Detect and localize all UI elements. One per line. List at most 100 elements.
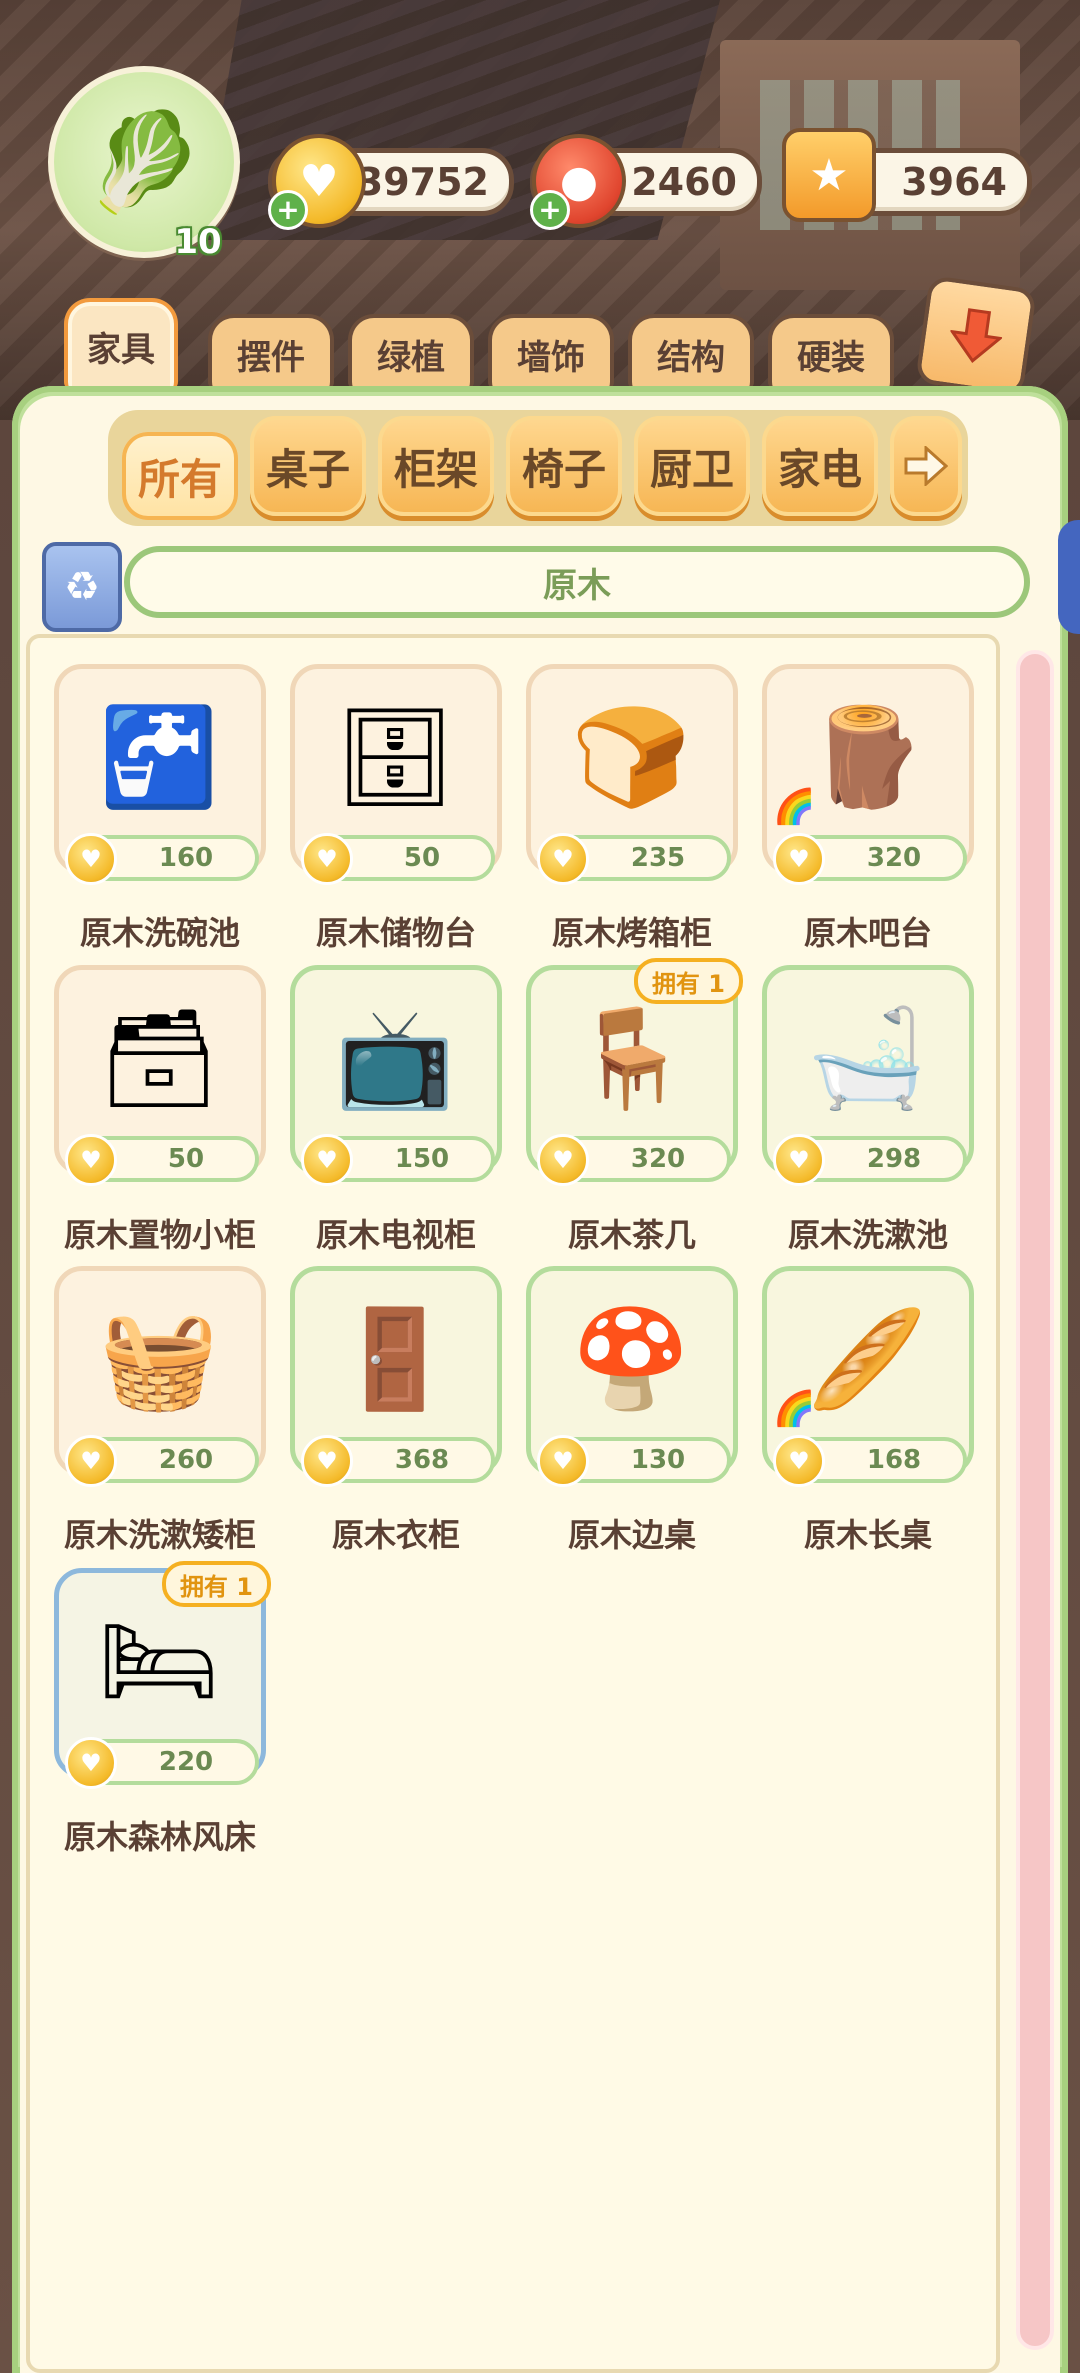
item-card[interactable]: 🪵 🌈 ♥ 320	[762, 664, 974, 885]
tab-plants[interactable]: 绿植	[348, 314, 474, 390]
bar-counter-icon: 🪵	[807, 700, 927, 813]
oven-cabinet-icon: 🍞	[571, 700, 691, 813]
heart-coin-icon: ♥	[301, 1435, 353, 1487]
item-name: 原木吧台	[803, 914, 932, 952]
item-card[interactable]: 🗄 ♥ 50	[290, 664, 502, 885]
item-price: 235	[630, 843, 686, 873]
price-tag: ♥ 150	[301, 1134, 495, 1186]
long-table-icon: 🥖	[807, 1302, 927, 1415]
item-card[interactable]: 拥有 1 🪑 ♥ 320	[526, 958, 743, 1186]
price-tag: ♥ 220	[65, 1737, 259, 1789]
heart-coin-icon: ♥	[65, 1737, 117, 1789]
item-name: 原木茶几	[567, 1216, 696, 1254]
item-name: 原木洗漱池	[787, 1216, 948, 1254]
side-drawer-tab[interactable]	[1058, 520, 1080, 634]
item-price: 50	[403, 843, 441, 873]
price-tag: ♥ 320	[537, 1134, 731, 1186]
tab-wall-decor[interactable]: 墙饰	[488, 314, 614, 390]
item-price: 160	[158, 843, 214, 873]
price-tag: ♥ 168	[773, 1435, 967, 1487]
price-tag: ♥ 298	[773, 1134, 967, 1186]
item-price: 50	[167, 1144, 205, 1174]
subtab-shelves[interactable]: 柜架	[378, 416, 494, 516]
item-price: 368	[394, 1445, 450, 1475]
heart-coin-icon: ♥	[537, 1134, 589, 1186]
wash-basin-icon: 🛁	[807, 1001, 927, 1114]
material-filter-field[interactable]: 原木	[124, 546, 1030, 618]
heart-coin-icon: ♥	[65, 1134, 117, 1186]
item-card[interactable]: 🗃 ♥ 50	[54, 965, 266, 1186]
coffee-table-icon: 🪑	[571, 1001, 691, 1114]
tab-furniture[interactable]: 家具	[64, 298, 178, 390]
tab-structure[interactable]: 结构	[628, 314, 754, 390]
side-table-icon: 🍄	[571, 1302, 691, 1415]
subtab-next-button[interactable]	[890, 416, 962, 516]
subtab-kitchen-bath[interactable]: 厨卫	[634, 416, 750, 516]
rainbow-icon: 🌈	[773, 1389, 816, 1429]
item-name: 原木边桌	[567, 1516, 696, 1554]
heart-coin-icon: ♥	[65, 1435, 117, 1487]
badge-token-icon: ★	[782, 128, 876, 222]
recycle-bin-button[interactable]: ♻	[42, 542, 122, 632]
token-value: 3964	[901, 160, 1007, 204]
price-tag: ♥ 235	[537, 833, 731, 885]
item-price: 130	[630, 1445, 686, 1475]
item-price: 320	[866, 843, 922, 873]
storage-counter-icon: 🗄	[334, 700, 456, 813]
item-card[interactable]: 🚰 ♥ 160	[54, 664, 266, 885]
item-price: 150	[394, 1144, 450, 1174]
subtab-chairs[interactable]: 椅子	[506, 416, 622, 516]
coin-value: 39752	[356, 160, 489, 204]
heart-coin-icon: ♥	[65, 833, 117, 885]
item-card[interactable]: 🍄 ♥ 130	[526, 1266, 738, 1487]
item-price: 220	[158, 1747, 214, 1777]
item-card[interactable]: 🚪 ♥ 368	[290, 1266, 502, 1487]
item-name: 原木洗碗池	[79, 914, 240, 952]
item-price: 320	[630, 1144, 686, 1174]
down-arrow-icon	[949, 308, 1004, 363]
tab-hardware[interactable]: 硬装	[768, 314, 894, 390]
item-name: 原木储物台	[315, 914, 476, 952]
heart-coin-icon: ♥	[537, 1435, 589, 1487]
price-tag: ♥ 368	[301, 1435, 495, 1487]
right-arrow-icon	[904, 446, 948, 486]
price-tag: ♥ 130	[537, 1435, 731, 1487]
price-tag: ♥ 50	[65, 1134, 259, 1186]
item-grid-scrollbar[interactable]	[1016, 650, 1054, 2350]
item-name: 原木森林风床	[63, 1818, 256, 1856]
subtab-all[interactable]: 所有	[122, 432, 238, 520]
tv-stand-icon: 📺	[335, 1001, 455, 1114]
item-card[interactable]: 🥖 🌈 ♥ 168	[762, 1266, 974, 1487]
item-name: 原木电视柜	[315, 1216, 476, 1254]
item-card[interactable]: 拥有 1 🛏 ♥ 220	[54, 1561, 271, 1789]
heart-coin-icon: ♥	[301, 833, 353, 885]
forest-bed-icon: 🛏	[98, 1604, 220, 1717]
recycle-icon: ♻	[64, 564, 100, 610]
small-cabinet-icon: 🗃	[98, 1001, 220, 1114]
item-name: 原木长桌	[803, 1516, 932, 1554]
price-tag: ♥ 160	[65, 833, 259, 885]
tab-ornaments[interactable]: 摆件	[208, 314, 334, 390]
heart-coin-icon: ♥	[537, 833, 589, 885]
item-card[interactable]: 🧺 ♥ 260	[54, 1266, 266, 1487]
subtab-appliances[interactable]: 家电	[762, 416, 878, 516]
item-price: 260	[158, 1445, 214, 1475]
price-tag: ♥ 260	[65, 1435, 259, 1487]
add-cherry-button[interactable]: +	[530, 190, 570, 230]
sub-category-bar: 所有 桌子 柜架 椅子 厨卫 家电	[108, 410, 968, 526]
price-tag: ♥ 50	[301, 833, 495, 885]
item-card[interactable]: 🍞 ♥ 235	[526, 664, 738, 885]
item-card[interactable]: 📺 ♥ 150	[290, 965, 502, 1186]
item-name: 原木烤箱柜	[551, 914, 712, 952]
low-wash-cabinet-icon: 🧺	[99, 1302, 219, 1415]
add-coin-button[interactable]: +	[268, 190, 308, 230]
item-card[interactable]: 🛁 ♥ 298	[762, 965, 974, 1186]
subtab-tables[interactable]: 桌子	[250, 416, 366, 516]
vegetable-sprite-avatar-icon: 🥬	[84, 106, 204, 218]
item-name: 原木置物小柜	[63, 1216, 256, 1254]
price-tag: ♥ 320	[773, 833, 967, 885]
heart-coin-icon: ♥	[773, 1435, 825, 1487]
item-grid	[26, 634, 1000, 2373]
sink-cabinet-icon: 🚰	[99, 700, 219, 813]
download-tab-button[interactable]	[915, 275, 1037, 397]
